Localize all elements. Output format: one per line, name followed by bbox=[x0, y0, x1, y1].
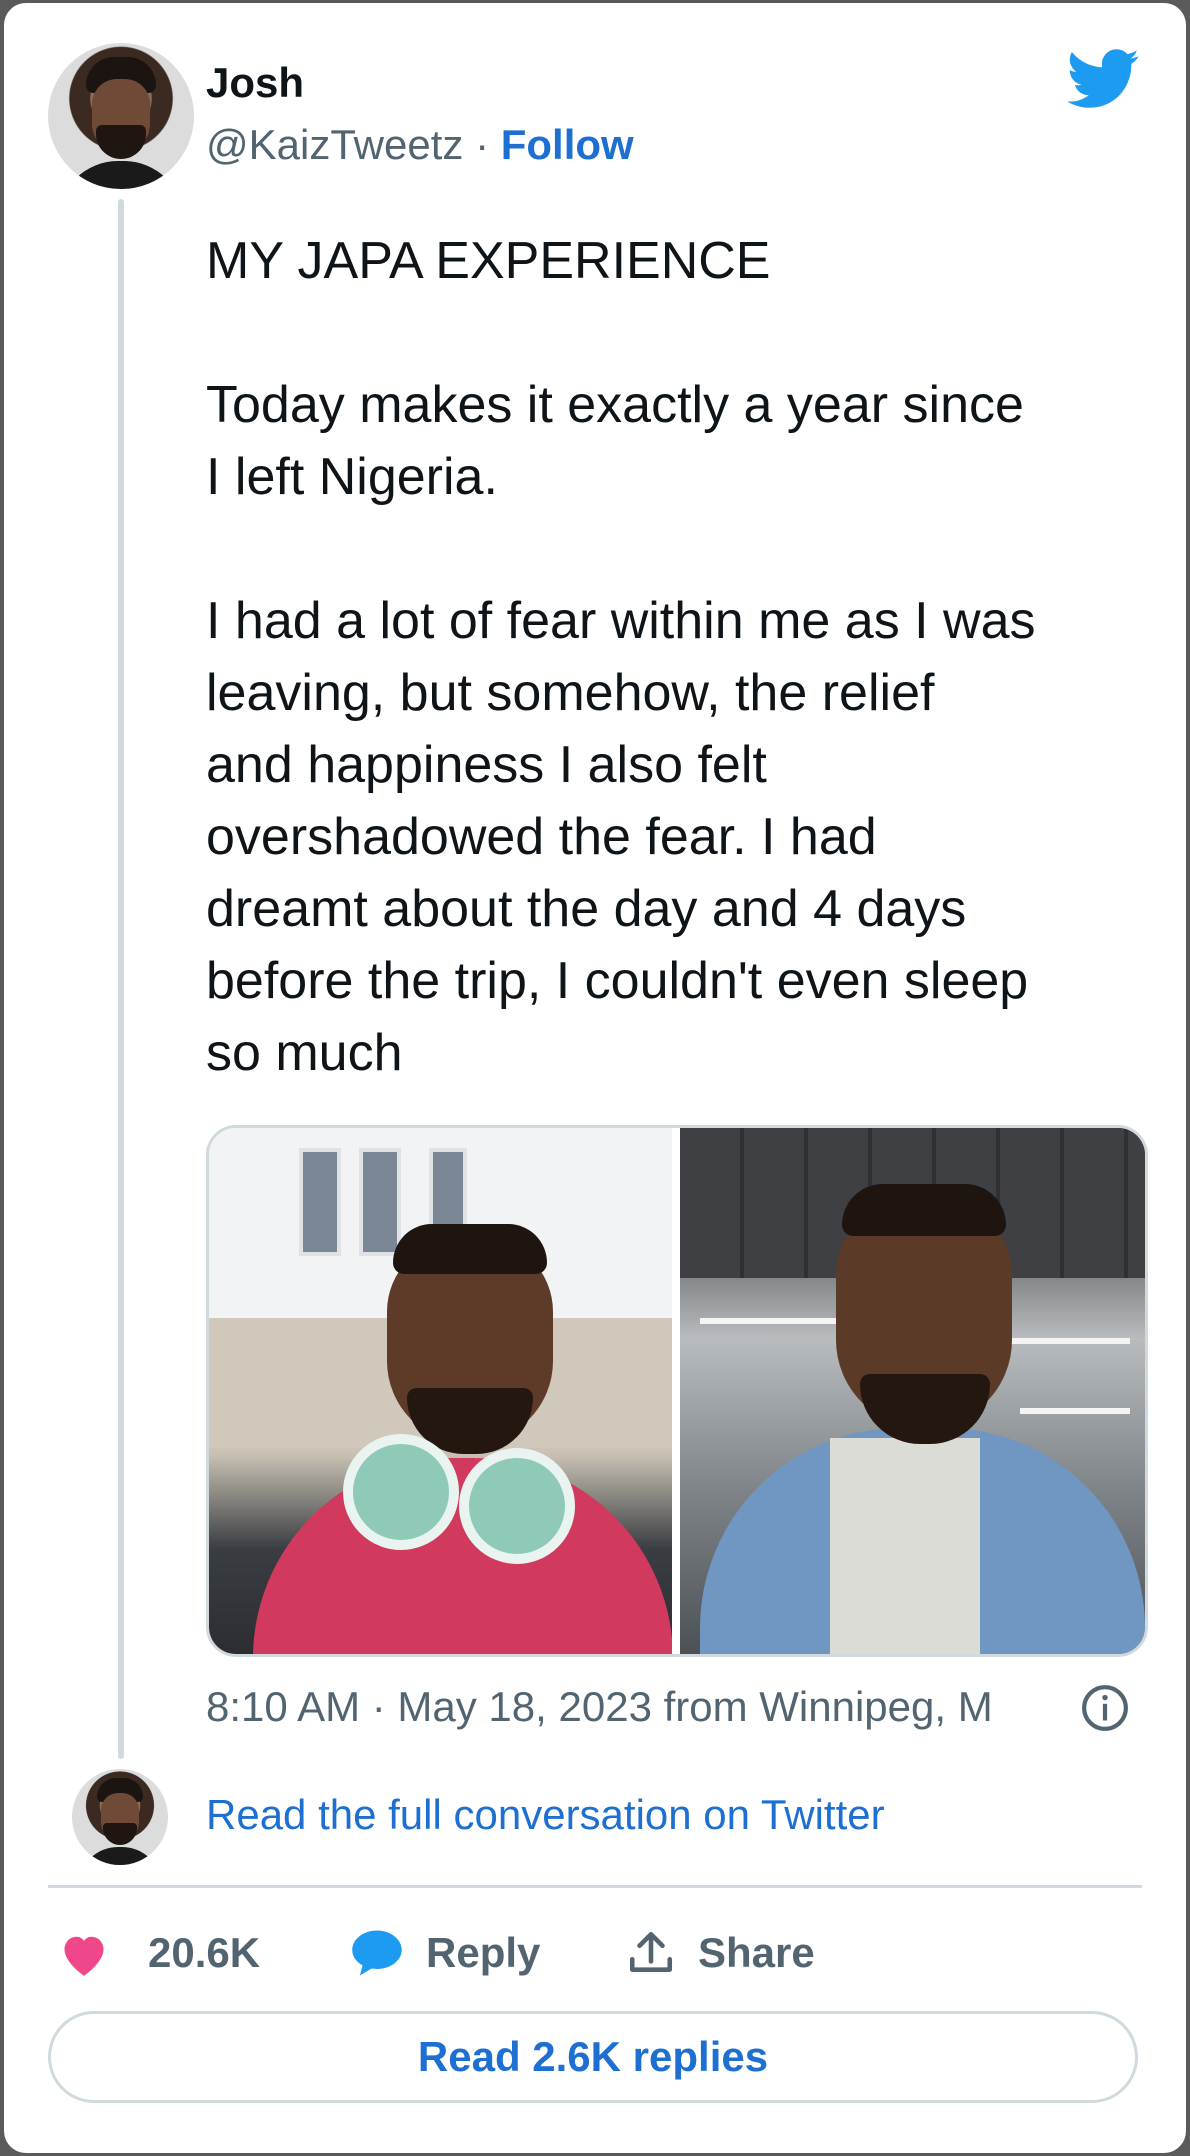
info-icon[interactable] bbox=[1080, 1683, 1130, 1733]
thread-avatar[interactable] bbox=[72, 1769, 168, 1865]
photo-left[interactable] bbox=[209, 1128, 672, 1654]
thread-line bbox=[118, 199, 124, 1759]
tweet-text: MY JAPA EXPERIENCE Today makes it exactl… bbox=[206, 232, 1036, 1082]
follow-link[interactable]: Follow bbox=[501, 121, 634, 168]
read-replies-button[interactable]: Read 2.6K replies bbox=[48, 2011, 1138, 2103]
author-handle-row: @KaizTweetz · Follow bbox=[206, 121, 634, 169]
author-handle[interactable]: @KaizTweetz bbox=[206, 121, 463, 168]
twitter-bird-icon[interactable] bbox=[1068, 49, 1140, 109]
reply-button[interactable]: Reply bbox=[350, 1923, 540, 1983]
divider bbox=[48, 1885, 1142, 1888]
reply-label: Reply bbox=[426, 1929, 541, 1976]
tweet-card: Josh @KaizTweetz · Follow MY JAPA EXPERI… bbox=[4, 3, 1186, 2153]
like-count: 20.6K bbox=[148, 1929, 261, 1976]
heart-icon bbox=[64, 1936, 104, 1976]
speech-bubble-icon bbox=[352, 1930, 402, 1976]
author-name[interactable]: Josh bbox=[206, 59, 304, 107]
tweet-media[interactable] bbox=[206, 1125, 1148, 1657]
like-button[interactable]: 20.6K bbox=[58, 1923, 260, 1983]
share-upload-icon bbox=[629, 1931, 673, 1972]
handle-separator: · bbox=[463, 121, 501, 168]
share-label: Share bbox=[698, 1929, 815, 1976]
author-avatar[interactable] bbox=[48, 43, 194, 189]
read-full-conversation-link[interactable]: Read the full conversation on Twitter bbox=[206, 1791, 885, 1839]
share-button[interactable]: Share bbox=[626, 1923, 815, 1983]
photo-right[interactable] bbox=[680, 1128, 1145, 1654]
tweet-timestamp[interactable]: 8:10 AM · May 18, 2023 from Winnipeg, M bbox=[206, 1683, 1066, 1731]
